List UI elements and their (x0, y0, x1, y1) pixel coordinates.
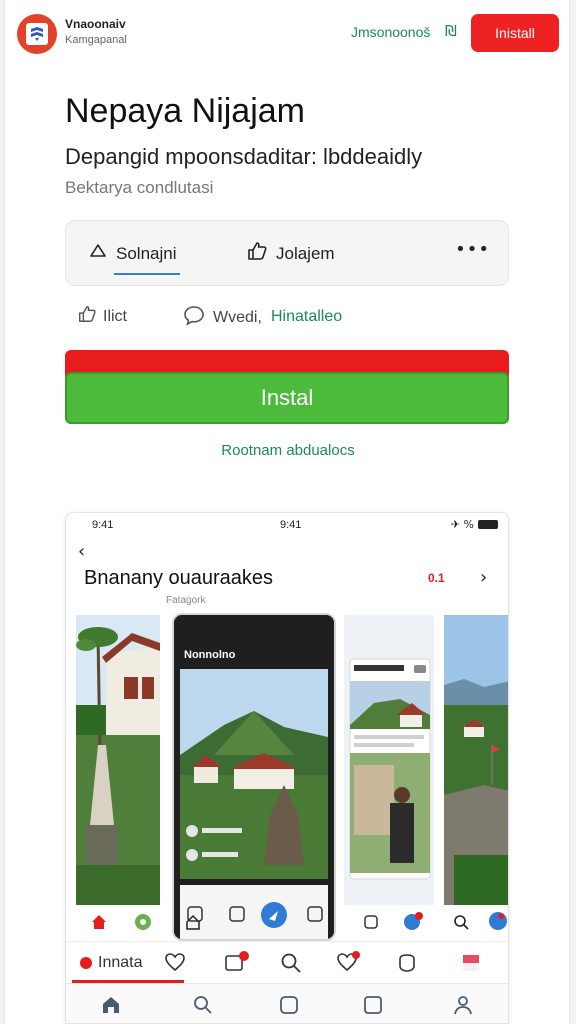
notification-small-icon[interactable] (402, 911, 424, 931)
app-logo[interactable] (17, 14, 57, 54)
favorites-badge-icon[interactable] (336, 950, 362, 972)
install-button[interactable]: Instal (65, 372, 509, 424)
inbox-badge-icon[interactable] (224, 950, 250, 972)
green-status-icon[interactable] (134, 913, 152, 931)
home-outline-icon (88, 241, 108, 266)
tab-reviews[interactable]: Solnajni (88, 241, 177, 266)
home-outline-small-icon[interactable] (184, 913, 202, 931)
shield-icon[interactable] (396, 952, 418, 974)
next-chevron-icon[interactable]: › (480, 567, 487, 588)
tab-about-label: Jolajem (276, 243, 335, 263)
status-time-center: 9:41 (280, 519, 302, 531)
thumbs-up-icon (246, 241, 268, 266)
search-small-icon[interactable] (452, 913, 470, 931)
tabbar-active-item[interactable]: Innata (80, 954, 142, 972)
gallery-image-landscape[interactable] (444, 615, 508, 905)
heart-icon[interactable] (164, 952, 186, 972)
more-options-icon[interactable]: ••• (455, 239, 490, 260)
share-link[interactable]: Hinatalleo (271, 308, 342, 326)
gallery-image-article[interactable] (344, 615, 434, 905)
status-signal-icon: ✈ % (450, 518, 474, 531)
screenshot-subtitle: Fatagork (166, 595, 206, 606)
search-nav-icon[interactable] (192, 994, 214, 1016)
gallery-phone-mockup[interactable]: Nonnolno (172, 613, 336, 941)
tab-about[interactable]: Jolajem (246, 241, 335, 266)
square-small-icon[interactable] (362, 913, 380, 931)
preview-tabbar: Innata (66, 941, 508, 983)
like-label: Ilict (103, 307, 127, 325)
app-logo-icon (26, 23, 48, 45)
square-nav-icon[interactable] (278, 994, 300, 1016)
screenshot-preview[interactable]: 9:41 9:41 ✈ % ‹ Bnanany ouauraakes Fatag… (65, 512, 509, 1024)
tabbar-active-label: Innata (98, 954, 143, 971)
comment-label: Wvedi, (213, 308, 262, 326)
profile-nav-icon[interactable] (452, 994, 474, 1016)
gallery-image-monument[interactable] (76, 615, 160, 905)
top-link[interactable]: Jmsonoonoš (351, 24, 430, 40)
status-icons: ✈ % (451, 518, 498, 531)
comment-bubble-icon (183, 304, 205, 331)
like-icon (77, 304, 97, 329)
top-bar: Vnaoonaiv Kamgapanal Jmsonoonoš ₪ Inista… (5, 0, 569, 66)
phone-header-title: Nonnolno (184, 649, 236, 661)
home-nav-icon[interactable] (100, 994, 122, 1016)
profile-small-icon[interactable] (488, 911, 508, 931)
screenshot-title: Bnanany ouauraakes (84, 567, 274, 589)
back-chevron-icon[interactable]: ‹ (78, 541, 85, 562)
install-note-link[interactable]: Rootnam abdualocs (5, 442, 571, 459)
top-link-icon[interactable]: ₪ (445, 22, 457, 40)
developer-subtitle: Kamgapanal (65, 34, 127, 46)
status-time-left: 9:41 (92, 519, 114, 531)
tabs-card: Solnajni Jolajem ••• (65, 220, 509, 286)
like-action[interactable]: Ilict (77, 304, 127, 329)
app-store-page: Vnaoonaiv Kamgapanal Jmsonoonoš ₪ Inista… (4, 0, 570, 1024)
screenshot-badge: 0.1 (428, 571, 445, 585)
top-install-button[interactable]: Inistall (471, 14, 559, 52)
gallery-toolbar (66, 905, 508, 941)
home-filled-icon[interactable] (90, 913, 108, 931)
app-meta: Bektarya condlutasi (65, 178, 214, 197)
flag-icon[interactable] (460, 952, 482, 974)
bottom-navigation (66, 983, 508, 1023)
developer-name[interactable]: Vnaoonaiv (65, 17, 126, 31)
battery-icon (478, 520, 498, 529)
tab-active-indicator (114, 273, 180, 275)
search-icon[interactable] (280, 952, 302, 974)
comment-action[interactable]: Wvedi, (183, 304, 262, 331)
action-row: Ilict Wvedi, Hinatalleo (77, 304, 517, 332)
app-subtitle: Depangid mpoonsdaditar: lbddeaidly (65, 144, 423, 169)
tab-reviews-label: Solnajni (116, 243, 177, 263)
library-nav-icon[interactable] (362, 994, 384, 1016)
app-title: Nepaya Nijajam (65, 92, 305, 130)
active-dot-icon (80, 957, 92, 969)
